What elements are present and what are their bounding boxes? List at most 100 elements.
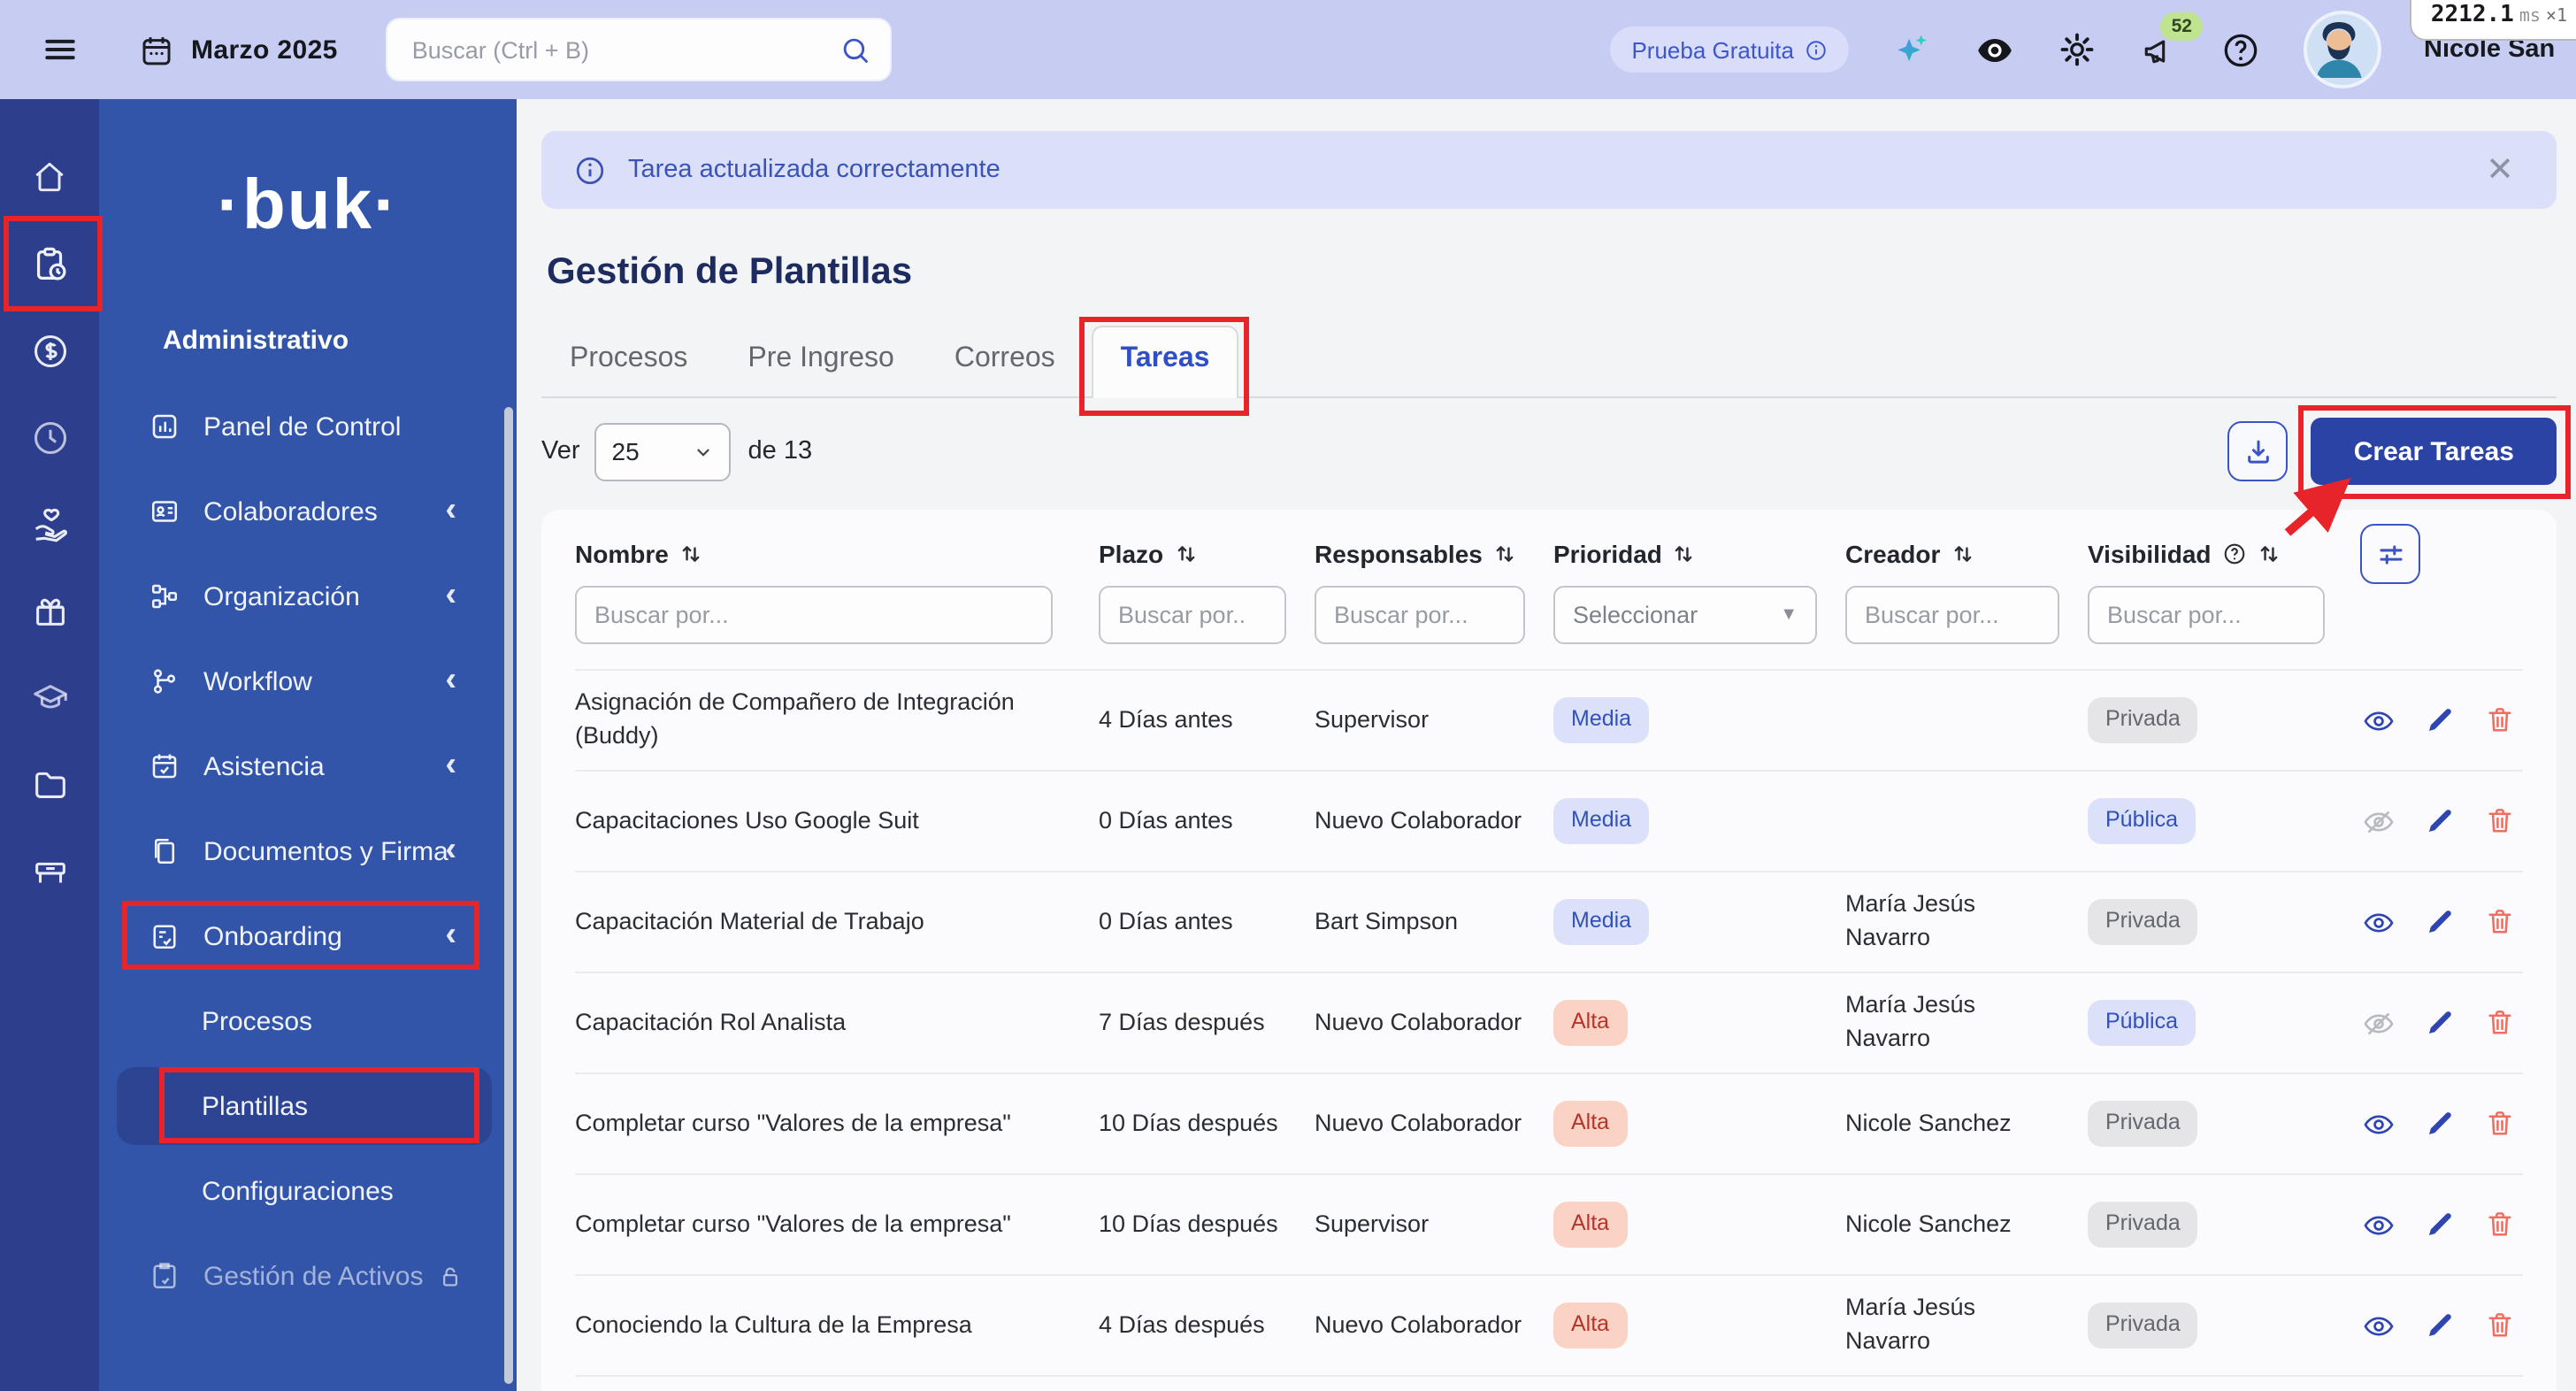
visibility-badge: Privada xyxy=(2088,1102,2198,1147)
view-button[interactable] xyxy=(2362,1309,2396,1342)
filter-plazo-input[interactable] xyxy=(1099,586,1286,644)
column-settings-button[interactable] xyxy=(2360,524,2420,584)
close-icon[interactable]: ✕ xyxy=(2486,153,2525,187)
rail-benefits-hand-heart-icon[interactable] xyxy=(14,488,85,559)
rail-onboarding-clipboard-clock-icon[interactable] xyxy=(14,228,85,299)
sidebar-item-documentos-y-firma[interactable]: Documentos y Firma ‹ xyxy=(99,809,517,894)
delete-button[interactable] xyxy=(2484,1007,2516,1039)
table-row[interactable]: Completar curso "Valores de la empresa" … xyxy=(575,1173,2523,1274)
sidebar-subitem-plantillas[interactable]: Plantillas xyxy=(99,1064,517,1149)
rail-home-icon[interactable] xyxy=(14,142,85,212)
tab-pre-ingreso[interactable]: Pre Ingreso xyxy=(724,343,916,396)
sidebar-subitem-procesos[interactable]: Procesos xyxy=(99,979,517,1064)
priority-badge: Alta xyxy=(1553,1102,1627,1147)
rail-gift-icon[interactable] xyxy=(14,575,85,646)
cell-responsables: Nuevo Colaborador xyxy=(1315,1107,1553,1141)
delete-button[interactable] xyxy=(2484,1310,2516,1341)
hide-icon xyxy=(2362,804,2396,838)
sidebar-item-asistencia[interactable]: Asistencia ‹ xyxy=(99,724,517,809)
sidebar-scrollbar[interactable] xyxy=(504,407,513,1384)
sidebar-item-panel-de-control[interactable]: Panel de Control xyxy=(99,384,517,469)
hamburger-menu-icon[interactable] xyxy=(41,30,80,69)
edit-button[interactable] xyxy=(2424,1108,2456,1140)
table-row[interactable]: Completar curso "Valores de la empresa" … xyxy=(575,1072,2523,1173)
column-header-plazo[interactable]: Plazo xyxy=(1099,540,1315,568)
sort-icon[interactable] xyxy=(1493,542,1516,566)
sidebar-item-colaboradores[interactable]: Colaboradores ‹ xyxy=(99,469,517,554)
edit-icon xyxy=(2424,805,2456,837)
table-row[interactable]: Capacitaciones Uso Google Suit 0 Días an… xyxy=(575,770,2523,871)
calendar-check-icon xyxy=(149,750,180,782)
page-title: Gestión de Plantillas xyxy=(547,251,2557,294)
rail-training-graduation-icon[interactable] xyxy=(14,662,85,733)
rail-assets-desk-icon[interactable] xyxy=(14,835,85,906)
announcements-megaphone-icon[interactable]: 52 xyxy=(2139,30,2178,69)
tab-procesos[interactable]: Procesos xyxy=(547,343,710,396)
table-row[interactable]: Alta María Jesús Navarro Privada xyxy=(575,1375,2523,1391)
hide-button[interactable] xyxy=(2362,1006,2396,1040)
filter-responsables-input[interactable] xyxy=(1315,586,1525,644)
ai-sparkle-icon[interactable] xyxy=(1891,29,1932,70)
table-row[interactable]: Conociendo la Cultura de la Empresa 4 Dí… xyxy=(575,1274,2523,1375)
view-button[interactable] xyxy=(2362,1107,2396,1141)
sidebar-item-workflow[interactable]: Workflow ‹ xyxy=(99,639,517,724)
table-row[interactable]: Capacitación Rol Analista 7 Días después… xyxy=(575,972,2523,1072)
user-avatar[interactable] xyxy=(2304,11,2381,88)
delete-button[interactable] xyxy=(2484,805,2516,837)
rail-remuneration-dollar-icon[interactable] xyxy=(14,315,85,386)
delete-button[interactable] xyxy=(2484,1209,2516,1241)
column-header-prioridad[interactable]: Prioridad xyxy=(1553,540,1845,568)
search-icon[interactable] xyxy=(839,33,872,66)
column-header-responsables[interactable]: Responsables xyxy=(1315,540,1553,568)
page-size-select[interactable]: 25 xyxy=(594,422,731,480)
delete-button[interactable] xyxy=(2484,1108,2516,1140)
filter-nombre-input[interactable] xyxy=(575,586,1053,644)
cell-nombre: Capacitación Rol Analista xyxy=(575,1006,1099,1040)
edit-button[interactable] xyxy=(2424,805,2456,837)
filter-visibilidad-input[interactable] xyxy=(2088,586,2325,644)
sidebar-item-onboarding[interactable]: Onboarding ‹ xyxy=(99,894,517,979)
trial-badge[interactable]: Prueba Gratuita xyxy=(1610,27,1849,73)
sidebar-item-organizacion[interactable]: Organización ‹ xyxy=(99,554,517,639)
chevron-collapse-icon: ‹ xyxy=(445,493,456,526)
global-search[interactable] xyxy=(386,18,892,81)
column-header-creador[interactable]: Creador xyxy=(1845,540,2088,568)
help-icon[interactable] xyxy=(2220,29,2261,70)
sidebar-subitem-configuraciones[interactable]: Configuraciones xyxy=(99,1149,517,1233)
settings-gear-icon[interactable] xyxy=(2058,30,2097,69)
edit-button[interactable] xyxy=(2424,1209,2456,1241)
column-header-nombre[interactable]: Nombre xyxy=(575,540,1099,568)
edit-button[interactable] xyxy=(2424,704,2456,736)
rail-time-clock-icon[interactable] xyxy=(14,402,85,473)
filter-creador-input[interactable] xyxy=(1845,586,2059,644)
sort-icon[interactable] xyxy=(1673,542,1696,566)
sort-icon[interactable] xyxy=(1951,542,1974,566)
view-button[interactable] xyxy=(2362,1208,2396,1241)
sort-icon[interactable] xyxy=(2258,542,2281,566)
calendar-icon[interactable] xyxy=(138,31,175,68)
period-selector[interactable]: Marzo 2025 xyxy=(191,35,338,65)
tab-tareas[interactable]: Tareas xyxy=(1092,326,1238,398)
filter-prioridad-select[interactable]: Seleccionar▼ xyxy=(1553,586,1817,644)
hide-button[interactable] xyxy=(2362,804,2396,838)
cell-responsables: Nuevo Colaborador xyxy=(1315,1006,1553,1040)
delete-button[interactable] xyxy=(2484,704,2516,736)
table-row[interactable]: Capacitación Material de Trabajo 0 Días … xyxy=(575,871,2523,972)
edit-button[interactable] xyxy=(2424,1007,2456,1039)
view-button[interactable] xyxy=(2362,703,2396,737)
delete-button[interactable] xyxy=(2484,906,2516,938)
table-row[interactable]: Asignación de Compañero de Integración (… xyxy=(575,669,2523,770)
view-button[interactable] xyxy=(2362,905,2396,939)
edit-button[interactable] xyxy=(2424,906,2456,938)
cell-nombre: Capacitaciones Uso Google Suit xyxy=(575,804,1099,838)
ver-label: Ver xyxy=(541,437,580,465)
eye-mode-icon[interactable] xyxy=(1974,29,2015,70)
search-input[interactable] xyxy=(409,35,839,65)
edit-button[interactable] xyxy=(2424,1310,2456,1341)
sidebar-item-gestion-de-activos[interactable]: Gestión de Activos xyxy=(99,1233,517,1318)
help-circle-icon[interactable] xyxy=(2222,542,2247,566)
rail-documents-folder-icon[interactable] xyxy=(14,749,85,819)
tab-correos[interactable]: Correos xyxy=(932,343,1078,396)
sort-icon[interactable] xyxy=(1174,542,1197,566)
sort-icon[interactable] xyxy=(679,542,702,566)
